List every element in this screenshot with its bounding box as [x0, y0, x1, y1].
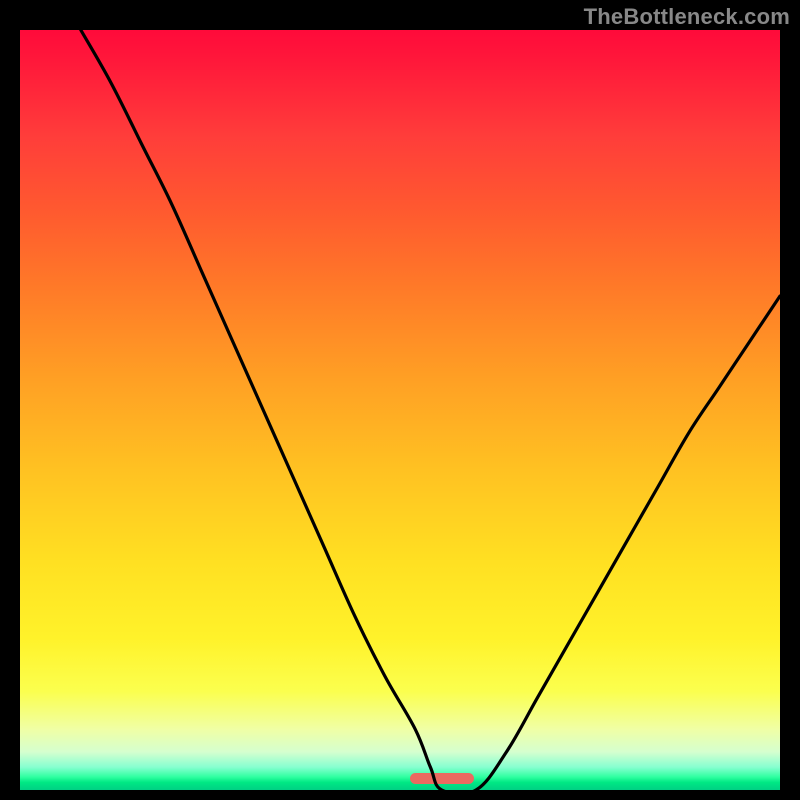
chart-frame: TheBottleneck.com: [0, 0, 800, 800]
plot-area: [20, 30, 780, 790]
bottleneck-curve: [20, 30, 780, 790]
curve-path: [81, 30, 780, 790]
watermark-text: TheBottleneck.com: [584, 4, 790, 30]
